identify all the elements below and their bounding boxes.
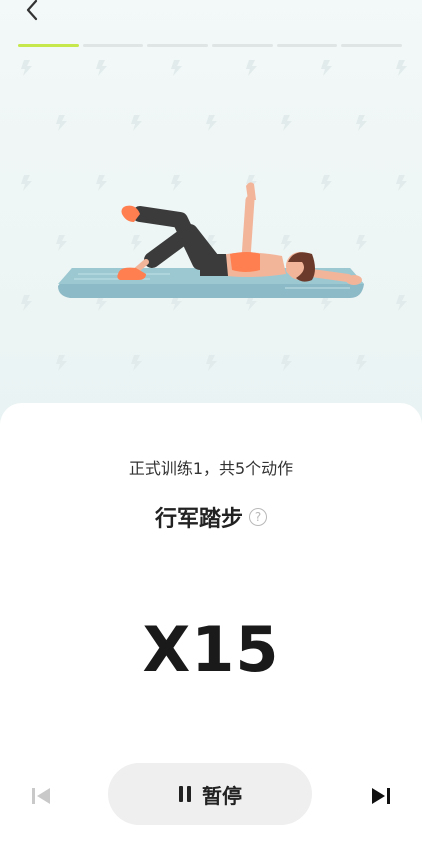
skip-next-icon xyxy=(372,788,390,804)
progress-segment xyxy=(18,44,79,47)
chevron-left-icon xyxy=(26,0,38,21)
progress-segment xyxy=(147,44,209,47)
exercise-title-row: 行军踏步 ? xyxy=(0,501,422,533)
help-icon[interactable]: ? xyxy=(249,508,267,526)
skip-previous-icon xyxy=(32,788,50,804)
back-button[interactable] xyxy=(16,0,48,26)
exercise-illustration xyxy=(58,182,364,298)
next-exercise-button[interactable] xyxy=(366,781,396,811)
exercise-card: 正式训练1，共5个动作 行军踏步 ? X15 暂停 xyxy=(0,403,422,846)
training-progress-text: 正式训练1，共5个动作 xyxy=(128,459,294,478)
progress-segment xyxy=(82,44,144,47)
previous-exercise-button[interactable] xyxy=(26,781,56,811)
exercise-title: 行军踏步 xyxy=(154,507,243,532)
progress-segment xyxy=(276,44,338,47)
pause-label: 暂停 xyxy=(202,783,242,808)
pause-icon xyxy=(179,786,191,802)
rep-count: X15 xyxy=(142,613,280,686)
progress-segment xyxy=(212,44,273,47)
pause-button[interactable]: 暂停 xyxy=(108,763,312,825)
exercise-preview-area xyxy=(0,0,422,420)
progress-bar xyxy=(18,44,403,47)
progress-segment xyxy=(341,44,403,47)
